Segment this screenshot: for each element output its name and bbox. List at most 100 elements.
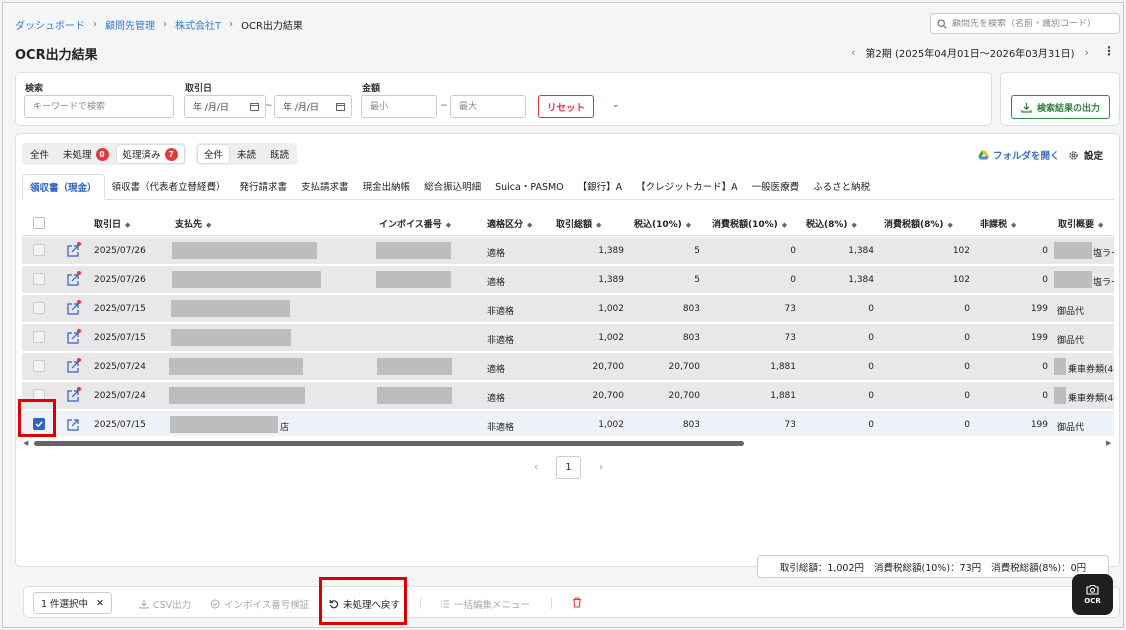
sort-icon: ◆ xyxy=(445,221,452,229)
table-row[interactable]: 2025/07/26 適格 1,389 5 0 1,384 102 0 塩ラー xyxy=(22,237,1114,265)
tab-furusato-tax[interactable]: ふるさと納税 xyxy=(806,173,877,199)
row-checkbox[interactable] xyxy=(33,273,45,285)
table-row[interactable]: 2025/07/15 非適格 1,002 803 73 0 0 199 御品代 xyxy=(22,295,1114,323)
export-results-button[interactable]: 検索結果の出力 xyxy=(1011,95,1110,119)
open-external-icon[interactable] xyxy=(66,244,80,258)
tab-receipt-advance[interactable]: 領収書（代表者立替経費） xyxy=(105,173,233,199)
read-unread-option[interactable]: 未読 xyxy=(231,145,262,163)
tab-payable-invoice[interactable]: 支払請求書 xyxy=(294,173,356,199)
cell-date: 2025/07/24 xyxy=(94,362,146,372)
next-page-button[interactable]: › xyxy=(599,462,603,473)
results-table: 取引日 ◆ 支払先 ◆ インボイス番号 ◆ 適格区分 ◆ 取引総額 ◆ 税込(10%) ◆ … xyxy=(22,210,1114,436)
row-checkbox[interactable] xyxy=(33,331,45,343)
open-external-icon[interactable] xyxy=(66,331,80,345)
cell-total: 1,002 xyxy=(598,420,624,430)
tab-suica-pasmo[interactable]: Suica・PASMO xyxy=(488,173,571,199)
tab-transfer-details[interactable]: 総合振込明細 xyxy=(417,173,488,199)
col-taxin10-header[interactable]: 税込(10%) ◆ xyxy=(634,217,691,230)
more-menu-icon[interactable]: ⋮ xyxy=(1103,44,1115,58)
delete-button[interactable] xyxy=(572,597,582,608)
open-external-icon[interactable] xyxy=(66,389,80,403)
tab-credit-card-a[interactable]: 【クレジットカード】A xyxy=(629,173,745,199)
col-total-header[interactable]: 取引総額 ◆ xyxy=(556,217,601,230)
redacted-summary xyxy=(1054,271,1092,288)
read-all-option[interactable]: 全件 xyxy=(198,145,230,163)
table-row[interactable]: 2025/07/26 適格 1,389 5 0 1,384 102 0 塩ラー xyxy=(22,266,1114,294)
scroll-right-icon[interactable]: ▶ xyxy=(1106,439,1111,447)
tab-receipt-cash[interactable]: 領収書（現金） xyxy=(22,174,105,200)
breadcrumb-company[interactable]: 株式会社T xyxy=(175,17,221,32)
col-summary-header[interactable]: 取引概要 ◆ xyxy=(1058,217,1103,230)
csv-export-button[interactable]: CSV出力 xyxy=(139,597,191,611)
col-nontax-header[interactable]: 非課税 ◆ xyxy=(980,217,1016,230)
open-external-icon[interactable] xyxy=(66,418,80,432)
period-next-button[interactable]: › xyxy=(1085,46,1089,59)
row-checkbox[interactable] xyxy=(33,302,45,314)
col-date-header[interactable]: 取引日 ◆ xyxy=(94,217,130,230)
list-icon xyxy=(441,600,449,608)
chevron-down-icon[interactable]: ⌄ xyxy=(612,100,620,110)
table-row-selected[interactable]: 2025/07/15 店 非適格 1,002 803 73 0 0 199 御品… xyxy=(22,411,1114,436)
trash-icon xyxy=(573,597,581,608)
col-qualification-header[interactable]: 適格区分 ◆ xyxy=(487,217,532,230)
period-prev-button[interactable]: ‹ xyxy=(851,46,855,59)
bulk-edit-menu-button[interactable]: 一括編集メニュー xyxy=(440,597,530,611)
sort-icon: ◆ xyxy=(1011,221,1017,229)
cell-taxin8: 1,384 xyxy=(848,246,874,256)
date-range-separator: ~ xyxy=(265,101,273,111)
table-row[interactable]: 2025/07/15 非適格 1,002 803 73 0 0 199 御品代 xyxy=(22,324,1114,352)
table-row[interactable]: 2025/07/24 適格 20,700 20,700 1,881 0 0 0 … xyxy=(22,382,1114,410)
read-read-option[interactable]: 既読 xyxy=(264,145,295,163)
date-from-input[interactable]: 年 /月/日 xyxy=(184,95,266,118)
tab-issued-invoice[interactable]: 発行請求書 xyxy=(233,173,295,199)
cell-total: 1,389 xyxy=(598,275,624,285)
open-external-icon[interactable] xyxy=(66,273,80,287)
open-folder-link[interactable]: フォルダを開く xyxy=(978,148,1060,162)
col-tax8-header[interactable]: 消費税額(8%) ◆ xyxy=(884,217,953,230)
open-external-icon[interactable] xyxy=(66,302,80,316)
cell-tax10: 0 xyxy=(790,246,796,256)
chevron-right-icon: › xyxy=(93,19,97,30)
horizontal-scrollbar[interactable]: ◀ ▶ xyxy=(22,438,1114,448)
settings-button[interactable]: 設定 xyxy=(1068,148,1103,162)
sort-icon: ◆ xyxy=(527,221,533,229)
cell-summary: 乗車券類(40 xyxy=(1068,365,1114,375)
col-taxin8-header[interactable]: 税込(8%) ◆ xyxy=(806,217,857,230)
breadcrumb-dashboard[interactable]: ダッシュボード xyxy=(15,17,85,32)
tab-medical-expenses[interactable]: 一般医療費 xyxy=(745,173,807,199)
col-invoice-header[interactable]: インボイス番号 ◆ xyxy=(379,217,451,230)
status-all-option[interactable]: 全件 xyxy=(24,145,55,163)
scroll-thumb[interactable] xyxy=(34,441,744,446)
keyword-search-input[interactable] xyxy=(24,95,174,118)
redacted-payee xyxy=(172,242,317,259)
breadcrumb-clients[interactable]: 顧問先管理 xyxy=(105,17,155,32)
reset-button[interactable]: リセット xyxy=(538,95,594,118)
table-row[interactable]: 2025/07/24 適格 20,700 20,700 1,881 0 0 0 … xyxy=(22,353,1114,381)
chevron-right-icon: › xyxy=(229,19,234,30)
status-processed-option[interactable]: 処理済み 7 xyxy=(116,145,184,163)
col-tax10-header[interactable]: 消費税額(10%) ◆ xyxy=(712,217,787,230)
tab-cash-book[interactable]: 現金出納帳 xyxy=(356,173,418,199)
cell-tax8: 102 xyxy=(952,246,970,256)
scroll-left-icon[interactable]: ◀ xyxy=(23,439,28,447)
prev-page-button[interactable]: ‹ xyxy=(534,462,538,473)
close-icon[interactable]: ✕ xyxy=(96,598,104,609)
row-checkbox[interactable] xyxy=(33,244,45,256)
open-external-icon[interactable] xyxy=(66,360,80,374)
select-all-checkbox[interactable] xyxy=(33,217,45,229)
date-to-input[interactable]: 年 /月/日 xyxy=(274,95,352,118)
cell-tax10: 73 xyxy=(784,333,796,343)
col-payee-header[interactable]: 支払先 ◆ xyxy=(175,217,211,230)
client-search[interactable] xyxy=(930,13,1120,34)
tab-bank-a[interactable]: 【銀行】A xyxy=(571,173,630,199)
amount-max-input[interactable] xyxy=(450,95,526,118)
page-number[interactable]: 1 xyxy=(556,456,581,479)
amount-min-input[interactable] xyxy=(361,95,437,118)
ocr-button[interactable]: OCR xyxy=(1072,574,1113,615)
row-checkbox[interactable] xyxy=(33,360,45,372)
cell-taxin8: 0 xyxy=(868,420,874,430)
breadcrumb-current: OCR出力結果 xyxy=(241,21,303,32)
client-search-input[interactable] xyxy=(952,18,1112,29)
status-unprocessed-option[interactable]: 未処理 0 xyxy=(57,145,115,163)
invoice-verify-button[interactable]: インボイス番号検証 xyxy=(210,597,309,611)
